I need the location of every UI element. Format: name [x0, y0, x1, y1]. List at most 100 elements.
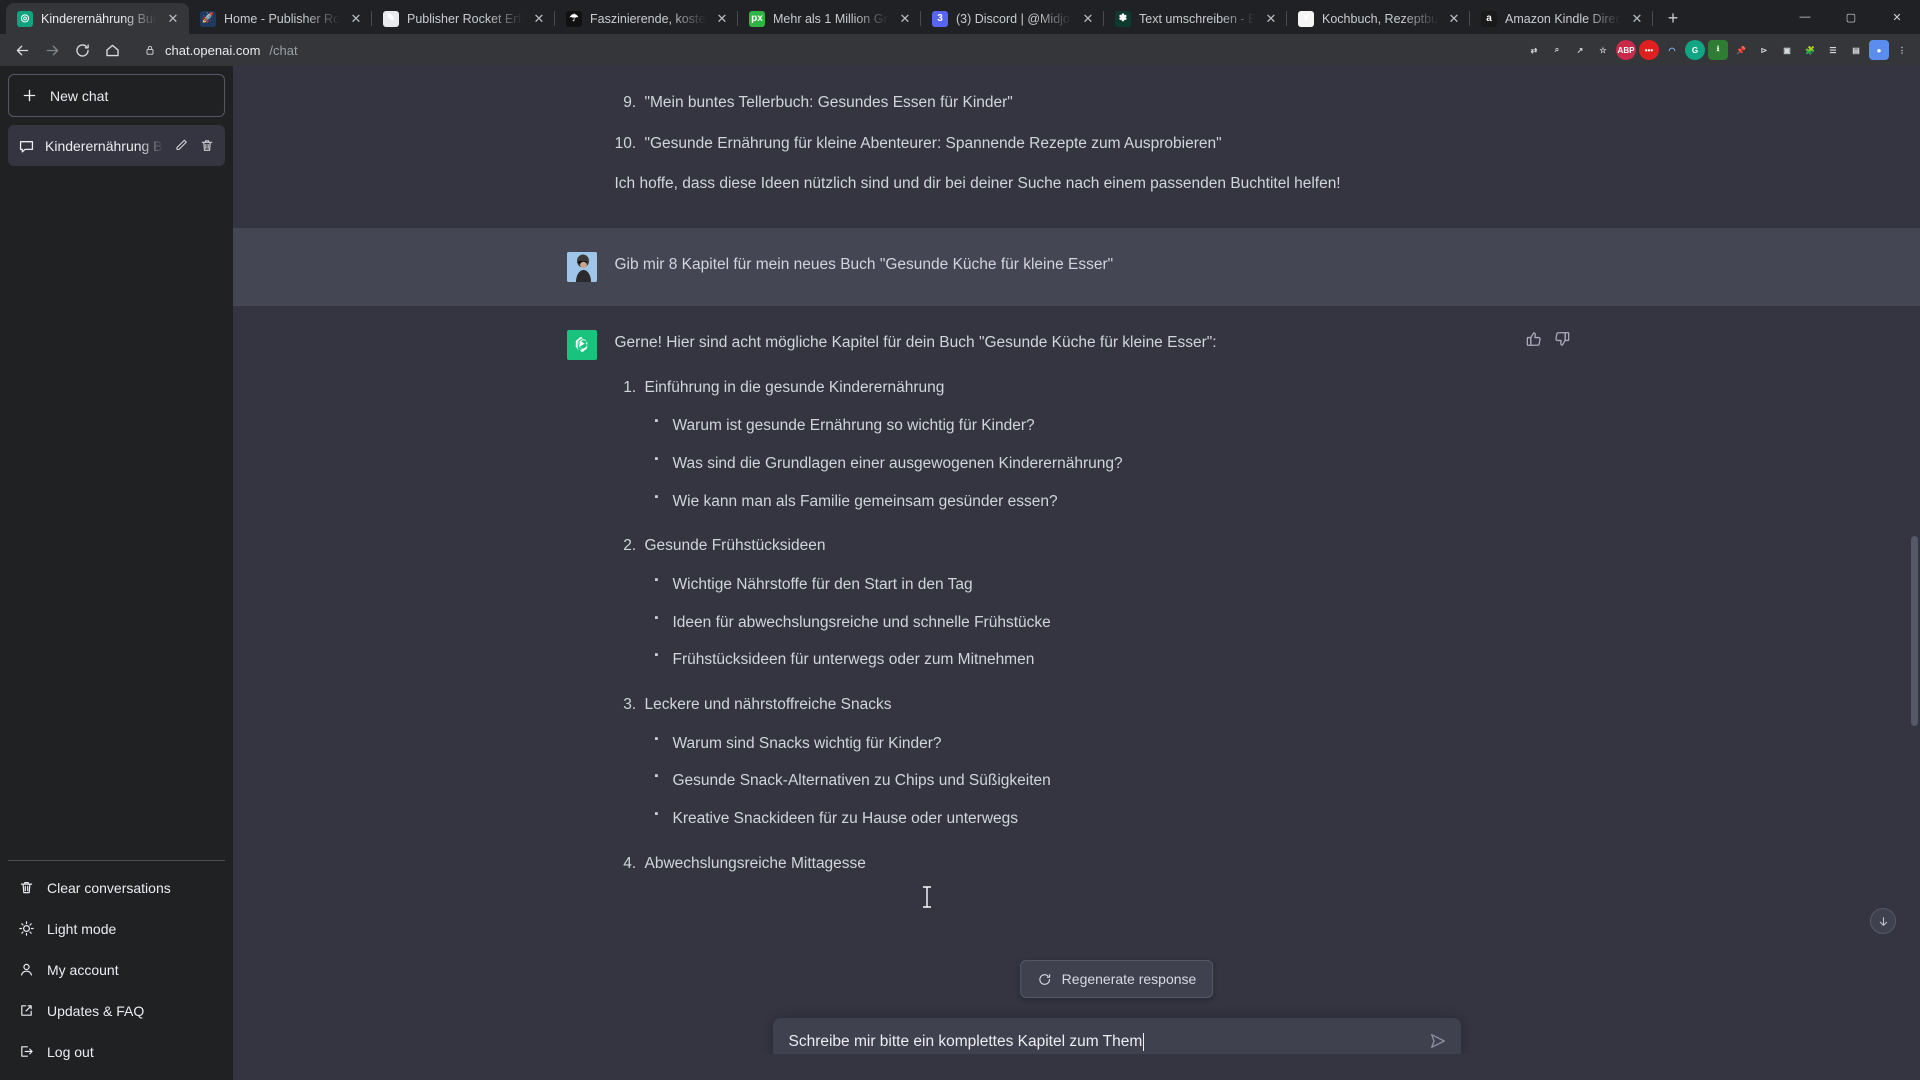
tab-title: Kinderernährung Buch — [41, 11, 157, 26]
browser-tab[interactable]: ◎ Kinderernährung Buch ✕ — [6, 3, 189, 34]
bullet-item: Wie kann man als Familie gemeinsam gesün… — [655, 488, 1587, 516]
user-message-text: Gib mir 8 Kapitel für mein neues Buch "G… — [614, 255, 1114, 273]
tab-title: Home - Publisher Roc — [224, 11, 340, 26]
browser-tab[interactable]: ☂ Faszinierende, kostenl ✕ — [555, 3, 738, 34]
new-chat-button[interactable]: New chat — [8, 74, 225, 117]
chatgpt-app: New chat Kinderernährung Buchti Clear co… — [0, 66, 1920, 1080]
arrow-down-icon — [1879, 916, 1887, 926]
pin-icon[interactable]: 📌 — [1731, 40, 1751, 60]
regenerate-response-button[interactable]: Regenerate response — [1019, 960, 1214, 998]
discord-icon: 3 — [932, 10, 948, 27]
adblock-plus-icon[interactable]: ABP — [1616, 40, 1636, 60]
grammarly-icon[interactable]: G — [1685, 40, 1705, 60]
vertical-scrollbar[interactable] — [1911, 536, 1918, 726]
browser-tab[interactable]: 🚀 Home - Publisher Roc ✕ — [189, 3, 372, 34]
sun-icon — [19, 921, 34, 936]
bookmark-star-icon[interactable]: ☆ — [1593, 40, 1613, 60]
chrome-menu-icon[interactable]: ⋮ — [1892, 40, 1912, 60]
address-bar[interactable]: chat.openai.com /chat — [134, 38, 1516, 62]
back-button[interactable] — [8, 36, 36, 64]
browser-toolbar: chat.openai.com /chat ⇄ ⌕ ↗ ☆ ABP ••• ◠ G ⭳ 📌 ⊳ ▣ 🧩 ☰… — [0, 34, 1920, 66]
user-icon — [20, 963, 33, 976]
tab-close-button[interactable]: ✕ — [1446, 11, 1462, 27]
tab-close-button[interactable]: ✕ — [1080, 11, 1096, 27]
sidebar-item-updates-faq[interactable]: Updates & FAQ — [8, 990, 225, 1031]
message-input-value: Schreibe mir bitte ein komplettes Kapite… — [788, 1033, 1143, 1050]
reading-list-icon[interactable]: ☰ — [1823, 40, 1843, 60]
tab-close-button[interactable]: ✕ — [531, 11, 547, 27]
new-tab-button[interactable]: + — [1659, 4, 1687, 32]
avatar — [566, 329, 597, 360]
chapter-bullets: Warum sind Snacks wichtig für Kinder? Ges… — [645, 730, 1587, 833]
browser-tab[interactable]: px Mehr als 1 Million Gra ✕ — [738, 3, 921, 34]
new-chat-label: New chat — [50, 87, 109, 104]
sidebar-item-light-mode[interactable]: Light mode — [8, 908, 225, 949]
send-button[interactable] — [1429, 1032, 1449, 1052]
download-icon[interactable]: ⭳ — [1708, 40, 1728, 60]
assistant-message-body: Gerne! Hier sind acht mögliche Kapitel f… — [615, 330, 1587, 891]
text-tool-icon: ✽ — [1115, 10, 1131, 27]
bullet-item: Was sind die Grundlagen einer ausgewogen… — [655, 450, 1587, 478]
tab-close-button[interactable]: ✕ — [1263, 11, 1279, 27]
browser-tab[interactable]: Y Kochbuch, Rezeptbuch ✕ — [1287, 3, 1470, 34]
bullet-item: Wichtige Nährstoffe für den Start in den… — [655, 571, 1587, 599]
trash-icon[interactable] — [199, 137, 215, 154]
bottom-strip — [233, 1054, 1920, 1080]
pocket-icon[interactable]: ⊳ — [1754, 40, 1774, 60]
rainbow-extension-icon[interactable]: ◠ — [1662, 40, 1682, 60]
chat-pane: "Mein buntes Tellerbuch: Gesundes Essen … — [233, 66, 1920, 1080]
camera-icon[interactable]: ▣ — [1777, 40, 1797, 60]
profile-avatar-icon[interactable]: ● — [1869, 40, 1889, 60]
conversation-title: Kinderernährung Buchti — [45, 137, 163, 154]
puzzle-extensions-icon[interactable]: 🧩 — [1800, 40, 1820, 60]
sidepanel-icon[interactable]: ▤ — [1846, 40, 1866, 60]
browser-tab[interactable]: ✎ Publisher Rocket Erfa ✕ — [372, 3, 555, 34]
bullet-item: Warum ist gesunde Ernährung so wichtig f… — [655, 412, 1587, 440]
forward-button[interactable] — [38, 36, 66, 64]
browser-tab[interactable]: 3 (3) Discord | @Midjou ✕ — [921, 3, 1104, 34]
tab-close-button[interactable]: ✕ — [714, 11, 730, 27]
sidebar-item-clear-conversations[interactable]: Clear conversations — [8, 867, 225, 908]
close-window-button[interactable]: ✕ — [1874, 0, 1920, 34]
assistant-message: Gerne! Hier sind acht mögliche Kapitel f… — [233, 305, 1920, 916]
address-path: /chat — [269, 42, 298, 58]
home-button[interactable] — [98, 36, 126, 64]
sidebar-item-label: Log out — [47, 1043, 94, 1060]
text-caret — [1143, 1033, 1145, 1051]
zoom-icon[interactable]: ⌕ — [1547, 40, 1567, 60]
extension-red-icon[interactable]: ••• — [1639, 40, 1659, 60]
list-item: "Mein buntes Tellerbuch: Gesundes Essen … — [641, 90, 1587, 117]
translate-icon[interactable]: ⇄ — [1524, 40, 1544, 60]
tab-close-button[interactable]: ✕ — [1629, 11, 1645, 27]
thumbs-down-icon[interactable] — [1553, 330, 1571, 348]
chat-scroll-area[interactable]: "Mein buntes Tellerbuch: Gesundes Essen … — [233, 66, 1920, 1080]
maximize-button[interactable]: ▢ — [1828, 0, 1874, 34]
regenerate-label: Regenerate response — [1061, 971, 1197, 987]
tab-close-button[interactable]: ✕ — [897, 11, 913, 27]
pencil-icon[interactable] — [173, 137, 189, 154]
chapter-title: Abwechslungsreiche Mittagesse — [644, 854, 866, 872]
window-controls: — ▢ ✕ — [1782, 0, 1920, 34]
share-icon[interactable]: ↗ — [1570, 40, 1590, 60]
tab-close-button[interactable]: ✕ — [348, 11, 364, 27]
new-tab-icon: + — [1667, 7, 1679, 28]
sidebar-item-my-account[interactable]: My account — [8, 949, 225, 990]
notes-icon: ✎ — [383, 10, 399, 27]
thumbs-up-icon[interactable] — [1525, 330, 1543, 348]
browser-tab[interactable]: a Amazon Kindle Direct ✕ — [1470, 3, 1653, 34]
trash-icon — [20, 881, 33, 894]
reload-button[interactable] — [68, 36, 96, 64]
conversation-item-active[interactable]: Kinderernährung Buchti — [8, 125, 225, 166]
chapter-list: Einführung in die gesunde Kinderernährun… — [615, 375, 1587, 878]
browser-tab[interactable]: ✽ Text umschreiben - Be ✕ — [1104, 3, 1287, 34]
chapter-title: Leckere und nährstoffreiche Snacks — [644, 695, 892, 713]
tab-close-button[interactable]: ✕ — [165, 11, 181, 27]
chapter-item: Einführung in die gesunde Kinderernährun… — [641, 375, 1587, 516]
minimize-button[interactable]: — — [1782, 0, 1828, 34]
user-message: Gib mir 8 Kapitel für mein neues Buch "G… — [233, 227, 1920, 306]
bullet-item: Frühstücksideen für unterwegs oder zum M… — [655, 646, 1587, 674]
sidebar-item-log-out[interactable]: Log out — [8, 1031, 225, 1072]
scroll-to-bottom-button[interactable] — [1870, 908, 1896, 934]
chapter-item: Leckere und nährstoffreiche Snacks Warum … — [641, 692, 1587, 833]
pixabay-icon: px — [749, 10, 765, 27]
